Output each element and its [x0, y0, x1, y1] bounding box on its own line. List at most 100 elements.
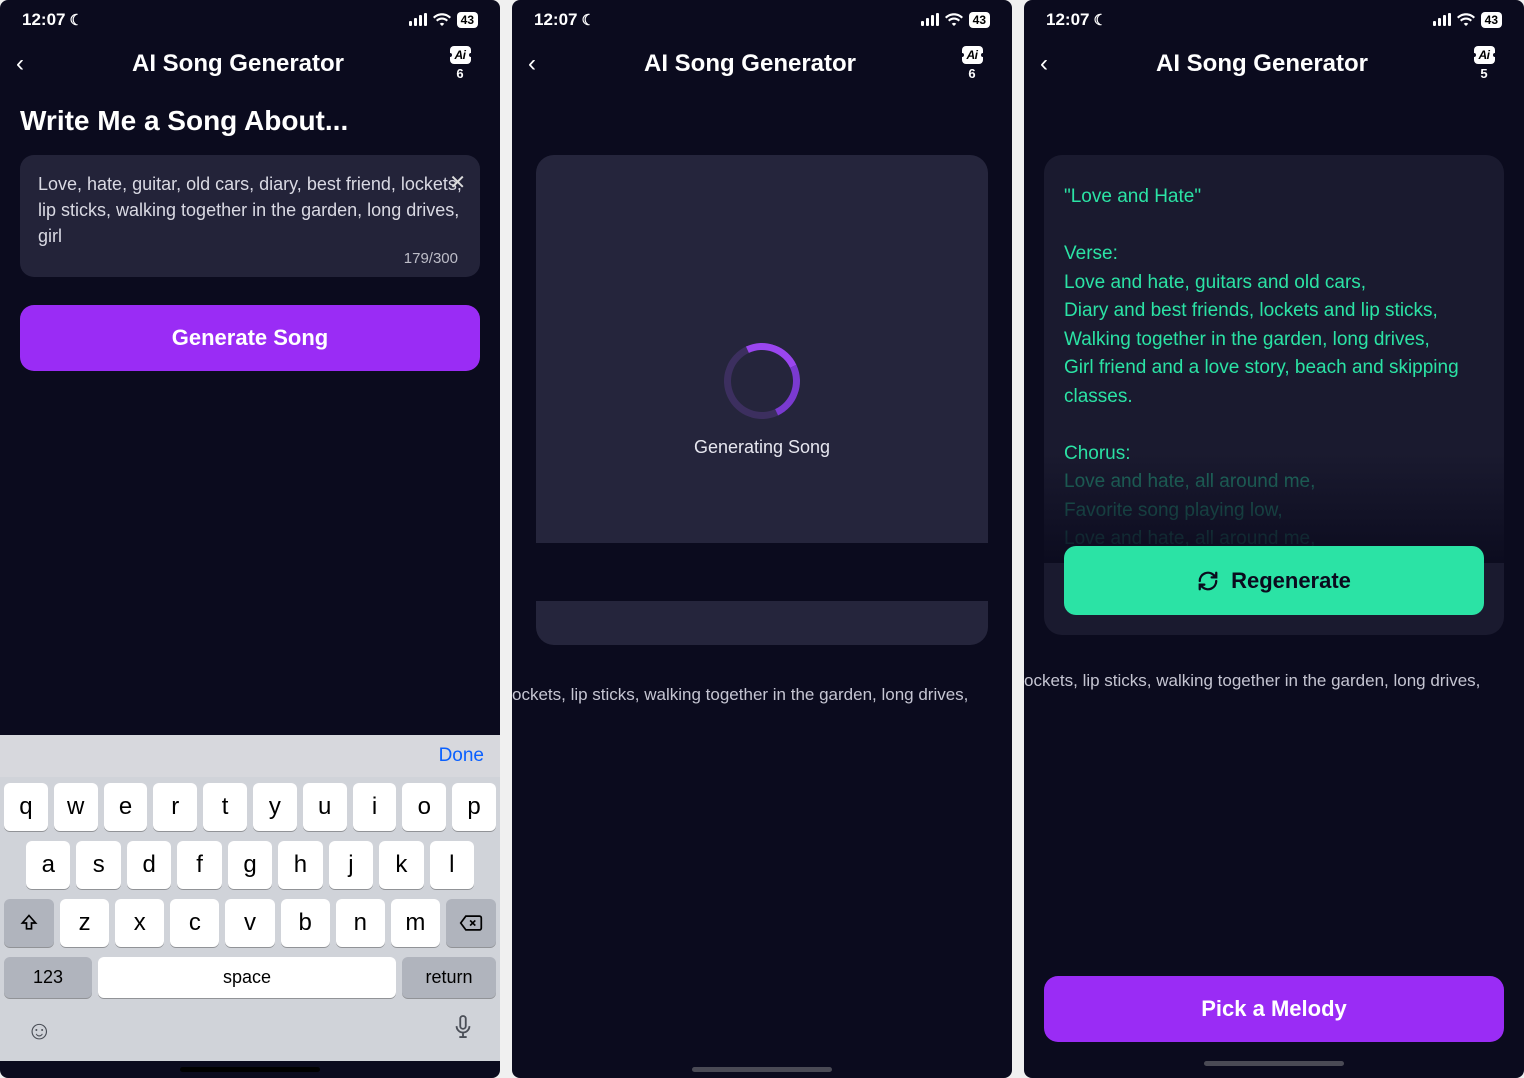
key-p[interactable]: p: [452, 783, 496, 831]
prompt-text: Love, hate, guitar, old cars, diary, bes…: [38, 174, 462, 246]
screen-result: 12:07 ☾ 43 ‹ AI Song Generator Ai 5 "Lov…: [1024, 0, 1524, 1078]
back-button[interactable]: ‹: [1040, 50, 1064, 78]
regenerate-button[interactable]: Regenerate: [1064, 546, 1484, 615]
credits-badge[interactable]: Ai 5: [1460, 46, 1508, 81]
key-x[interactable]: x: [115, 899, 164, 947]
key-s[interactable]: s: [76, 841, 120, 889]
status-bar: 12:07 ☾ 43: [512, 0, 1012, 34]
keyboard-toolbar: Done: [0, 735, 500, 777]
loading-divider: [536, 543, 988, 601]
lyrics-card[interactable]: "Love and Hate" Verse: Love and hate, gu…: [1044, 155, 1504, 635]
battery-icon: 43: [457, 12, 478, 28]
prompt-ticker: ockets, lip sticks, walking together in …: [1024, 671, 1524, 691]
keyboard: Done q w e r t y u i o p a s d f g h: [0, 735, 500, 1078]
char-counter: 179/300: [404, 248, 458, 270]
key-123[interactable]: 123: [4, 957, 92, 998]
key-d[interactable]: d: [127, 841, 171, 889]
keyboard-done-button[interactable]: Done: [439, 745, 484, 767]
page-title: AI Song Generator: [552, 50, 948, 78]
nav-header: ‹ AI Song Generator Ai 6: [0, 34, 500, 85]
nav-header: ‹ AI Song Generator Ai 5: [1024, 34, 1524, 85]
loading-spinner-icon: [713, 332, 810, 429]
status-bar: 12:07 ☾ 43: [1024, 0, 1524, 34]
dnd-moon-icon: ☾: [1093, 11, 1106, 29]
key-m[interactable]: m: [391, 899, 440, 947]
screen-loading: 12:07 ☾ 43 ‹ AI Song Generator Ai 6 Gene…: [512, 0, 1012, 1078]
dnd-moon-icon: ☾: [69, 11, 82, 29]
key-h[interactable]: h: [278, 841, 322, 889]
clear-input-button[interactable]: ✕: [449, 169, 466, 198]
wifi-icon: [945, 13, 963, 27]
key-z[interactable]: z: [60, 899, 109, 947]
battery-icon: 43: [969, 12, 990, 28]
status-time: 12:07: [534, 10, 577, 30]
prompt-heading: Write Me a Song About...: [0, 85, 500, 155]
key-backspace[interactable]: [446, 899, 496, 947]
key-i[interactable]: i: [353, 783, 397, 831]
battery-icon: 43: [1481, 12, 1502, 28]
credits-count: 6: [968, 66, 975, 81]
chorus-line: Favorite song playing low,: [1064, 497, 1484, 526]
generate-song-button[interactable]: Generate Song: [20, 305, 480, 371]
dnd-moon-icon: ☾: [581, 11, 594, 29]
key-g[interactable]: g: [228, 841, 272, 889]
status-bar: 12:07 ☾ 43: [0, 0, 500, 34]
key-q[interactable]: q: [4, 783, 48, 831]
key-o[interactable]: o: [402, 783, 446, 831]
regenerate-label: Regenerate: [1231, 564, 1351, 597]
key-n[interactable]: n: [336, 899, 385, 947]
key-u[interactable]: u: [303, 783, 347, 831]
ai-badge-icon: Ai: [450, 46, 471, 64]
prompt-input[interactable]: Love, hate, guitar, old cars, diary, bes…: [20, 155, 480, 277]
credits-badge[interactable]: Ai 6: [436, 46, 484, 81]
ai-badge-icon: Ai: [1474, 46, 1495, 64]
key-return[interactable]: return: [402, 957, 496, 998]
verse-line: Walking together in the garden, long dri…: [1064, 326, 1484, 355]
key-k[interactable]: k: [379, 841, 423, 889]
key-w[interactable]: w: [54, 783, 98, 831]
wifi-icon: [1457, 13, 1475, 27]
page-title: AI Song Generator: [40, 50, 436, 78]
key-r[interactable]: r: [153, 783, 197, 831]
key-f[interactable]: f: [177, 841, 221, 889]
back-button[interactable]: ‹: [16, 50, 40, 78]
key-y[interactable]: y: [253, 783, 297, 831]
credits-count: 5: [1480, 66, 1487, 81]
key-j[interactable]: j: [329, 841, 373, 889]
key-v[interactable]: v: [225, 899, 274, 947]
song-title: "Love and Hate": [1064, 183, 1484, 212]
key-c[interactable]: c: [170, 899, 219, 947]
wifi-icon: [433, 13, 451, 27]
status-time: 12:07: [1046, 10, 1089, 30]
page-title: AI Song Generator: [1064, 50, 1460, 78]
key-shift[interactable]: [4, 899, 54, 947]
prompt-ticker: ockets, lip sticks, walking together in …: [512, 685, 1012, 705]
key-space[interactable]: space: [98, 957, 396, 998]
verse-line: Love and hate, guitars and old cars,: [1064, 269, 1484, 298]
key-a[interactable]: a: [26, 841, 70, 889]
cellular-icon: [921, 14, 939, 26]
loading-text: Generating Song: [694, 437, 830, 458]
nav-header: ‹ AI Song Generator Ai 6: [512, 34, 1012, 85]
key-l[interactable]: l: [430, 841, 474, 889]
key-e[interactable]: e: [104, 783, 148, 831]
chorus-line: Love and hate, all around me,: [1064, 468, 1484, 497]
verse-label: Verse:: [1064, 240, 1484, 269]
chorus-label: Chorus:: [1064, 440, 1484, 469]
key-b[interactable]: b: [281, 899, 330, 947]
back-button[interactable]: ‹: [528, 50, 552, 78]
home-indicator[interactable]: [692, 1067, 832, 1072]
ai-badge-icon: Ai: [962, 46, 983, 64]
cellular-icon: [1433, 14, 1451, 26]
pick-melody-button[interactable]: Pick a Melody: [1044, 976, 1504, 1042]
cellular-icon: [409, 14, 427, 26]
mic-icon[interactable]: [452, 1014, 474, 1047]
verse-line: Diary and best friends, lockets and lip …: [1064, 297, 1484, 326]
key-t[interactable]: t: [203, 783, 247, 831]
credits-badge[interactable]: Ai 6: [948, 46, 996, 81]
home-indicator[interactable]: [1204, 1061, 1344, 1066]
home-indicator[interactable]: [180, 1067, 320, 1072]
screen-input: 12:07 ☾ 43 ‹ AI Song Generator Ai 6 Writ…: [0, 0, 500, 1078]
status-time: 12:07: [22, 10, 65, 30]
emoji-icon[interactable]: ☺: [26, 1015, 53, 1046]
